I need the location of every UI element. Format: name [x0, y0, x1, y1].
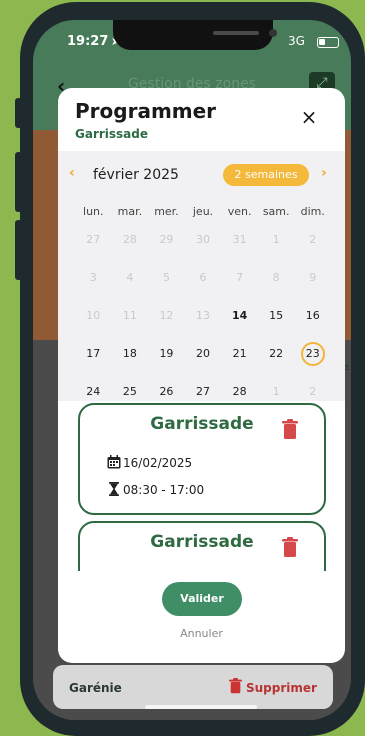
validate-button[interactable]: Valider	[162, 582, 242, 616]
calendar-day: 8	[272, 271, 280, 284]
chevron-left-icon[interactable]: ‹	[69, 165, 75, 181]
range-badge[interactable]: 2 semaines	[223, 164, 309, 186]
calendar-day[interactable]: 17	[75, 335, 112, 373]
home-indicator[interactable]	[145, 705, 257, 709]
delete-button[interactable]: Supprimer	[246, 681, 317, 695]
speaker-grille	[213, 31, 259, 35]
calendar-day: 31	[232, 233, 247, 246]
calendar-day: 11	[122, 309, 137, 322]
calendar-day: 30	[196, 233, 211, 246]
weekday-label: sam.	[262, 205, 290, 218]
calendar-day[interactable]: 16	[294, 297, 331, 335]
calendar-day: 4	[126, 271, 134, 284]
calendar-month: février 2025	[93, 167, 179, 183]
card-date-text: 16/02/2025	[123, 456, 193, 470]
weekday-header: lun. mar. mer. jeu. ven. sam. dim.	[75, 202, 331, 221]
calendar-week: 10 11 12 13 14 15 16	[75, 297, 331, 335]
calendar-day[interactable]: 18	[112, 335, 149, 373]
weekday-label: jeu.	[192, 205, 214, 218]
chevron-right-icon[interactable]: ›	[321, 165, 327, 181]
calendar-day: 2	[309, 233, 317, 246]
calendar-day: 3	[89, 271, 97, 284]
calendar-day: 28	[122, 233, 137, 246]
calendar-day: 6	[199, 271, 207, 284]
calendar-day: 5	[162, 271, 170, 284]
modal-subtitle: Garrissade	[75, 127, 149, 141]
schedule-card: Garrissade	[78, 521, 326, 571]
calendar-grid: lun. mar. mer. jeu. ven. sam. dim. 27 28…	[75, 202, 331, 411]
schedule-card: Garrissade 16/02/2025 08:30 - 17:00	[78, 403, 326, 515]
calendar-day: 1	[272, 233, 280, 246]
calendar-day: 10	[86, 309, 101, 322]
calendar-day-selected[interactable]: 23	[294, 335, 331, 373]
calendar-week: 27 28 29 30 31 1 2	[75, 221, 331, 259]
trash-icon[interactable]	[229, 678, 242, 694]
calendar-day: 12	[159, 309, 174, 322]
calendar-day[interactable]: 15	[258, 297, 295, 335]
card-date: 16/02/2025	[107, 455, 192, 470]
trash-icon[interactable]	[282, 419, 298, 439]
weekday-label: ven.	[227, 205, 252, 218]
hourglass-icon	[109, 482, 119, 496]
calendar-day-today[interactable]: 14	[221, 297, 258, 335]
front-camera	[269, 29, 277, 37]
cancel-button[interactable]: Annuler	[58, 627, 345, 640]
weekday-label: mar.	[117, 205, 143, 218]
calendar-day[interactable]: 20	[185, 335, 222, 373]
weekday-label: mer.	[154, 205, 179, 218]
phone-notch	[113, 20, 277, 50]
schedule-cards-list[interactable]: Garrissade 16/02/2025 08:30 - 17:00 Garr…	[58, 401, 345, 571]
calendar-day: 7	[236, 271, 244, 284]
card-time: 08:30 - 17:00	[107, 482, 204, 497]
calendar-day: 27	[86, 233, 101, 246]
weekday-label: dim.	[300, 205, 325, 218]
calendar-day: 9	[309, 271, 317, 284]
calendar-week: 3 4 5 6 7 8 9	[75, 259, 331, 297]
zone-name: Garénie	[69, 681, 122, 695]
close-icon[interactable]: ×	[296, 104, 322, 130]
status-time: 19:27	[67, 34, 109, 49]
schedule-modal: Programmer Garrissade × ‹ février 2025 2…	[58, 88, 345, 663]
card-time-text: 08:30 - 17:00	[123, 483, 205, 497]
calendar-day: 13	[196, 309, 211, 322]
weekday-label: lun.	[83, 205, 104, 218]
calendar-day[interactable]: 19	[148, 335, 185, 373]
battery-icon	[317, 37, 339, 48]
calendar: ‹ février 2025 2 semaines › lun. mar. me…	[58, 151, 345, 401]
calendar-week: 17 18 19 20 21 22 23	[75, 335, 331, 373]
calendar-day: 29	[159, 233, 174, 246]
calendar-icon	[107, 455, 121, 469]
trash-icon[interactable]	[282, 537, 298, 557]
network-label: 3G	[288, 34, 305, 48]
selected-day-circle: 23	[300, 342, 325, 366]
zone-row-garenie[interactable]: Garénie Supprimer	[53, 665, 333, 709]
calendar-day[interactable]: 21	[221, 335, 258, 373]
modal-title: Programmer	[75, 99, 217, 123]
calendar-day[interactable]: 22	[258, 335, 295, 373]
